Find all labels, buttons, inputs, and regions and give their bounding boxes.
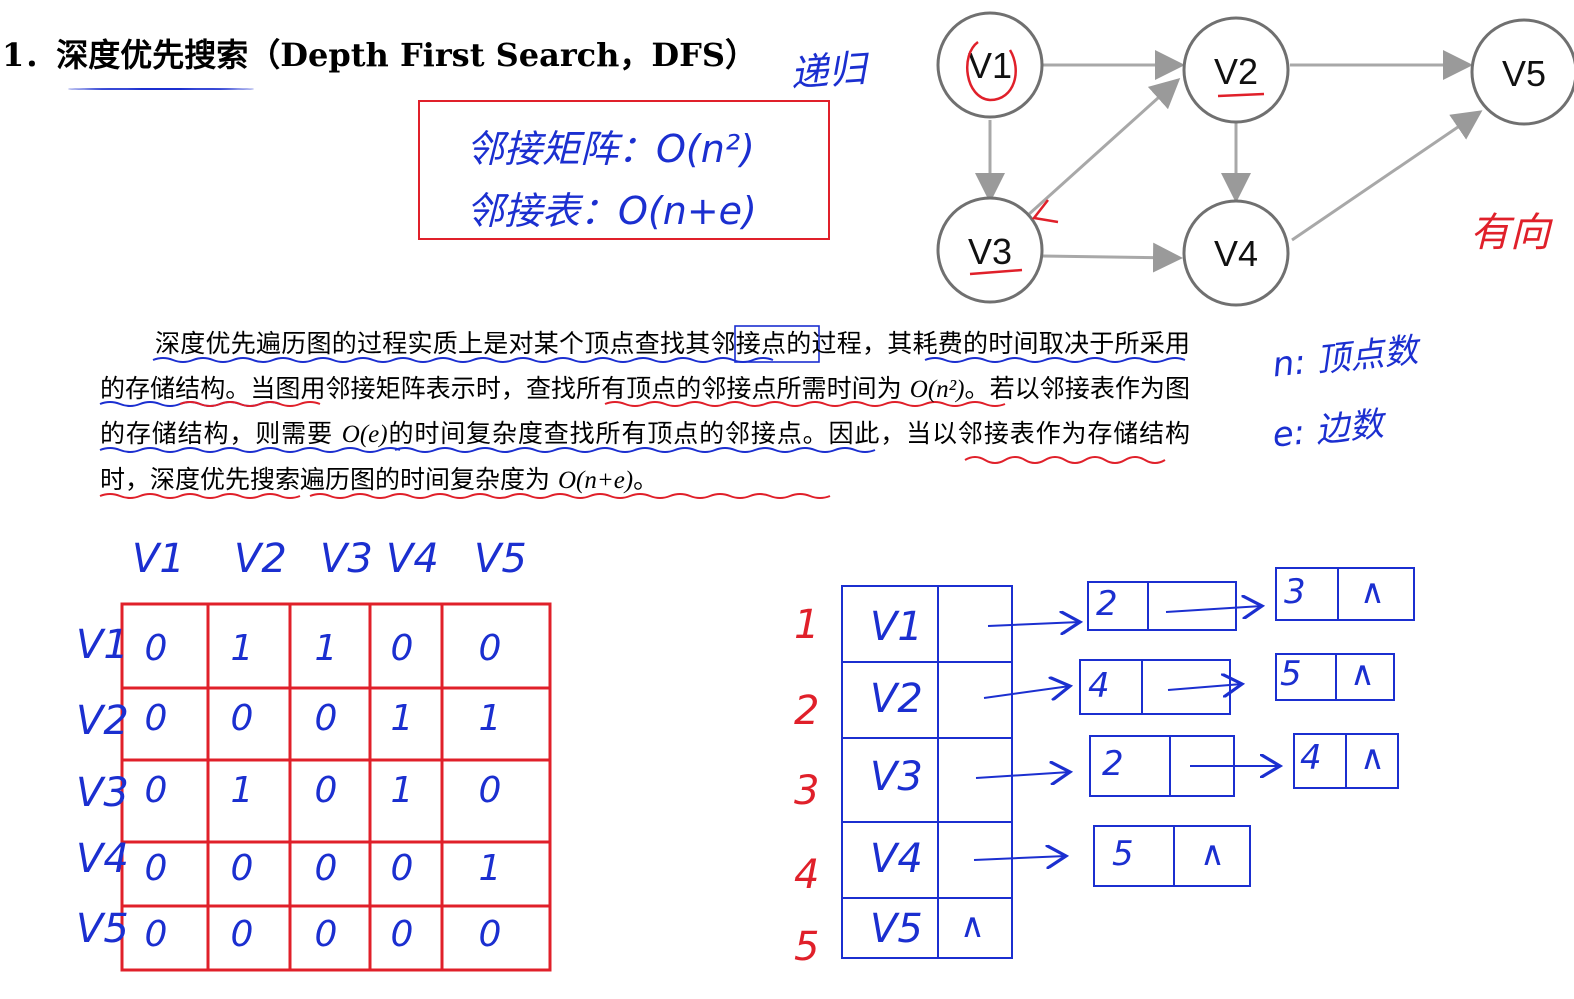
matrix-row-header: V1 (76, 622, 129, 668)
matrix-cell: 0 (314, 848, 338, 889)
matrix-cell: 0 (478, 914, 502, 955)
matrix-cell: 0 (314, 698, 338, 739)
note-e-edges: e: 边数 (1270, 404, 1386, 456)
matrix-cell: 0 (144, 914, 168, 955)
matrix-cell: 1 (390, 698, 414, 739)
edge-v3-v4 (1041, 242, 1183, 273)
matrix-cell: 1 (230, 770, 254, 811)
list-complexity-note: 邻接表：O(n+e) (466, 189, 757, 233)
list-node-adj: 4 (1088, 666, 1110, 706)
note-directed: 有向 (1470, 210, 1550, 256)
matrix-row-header: V5 (76, 906, 129, 952)
list-index: 4 (794, 852, 820, 898)
head-vertex: V2 (870, 676, 923, 722)
edge-v4-v5 (1291, 110, 1483, 242)
matrix-cell: 1 (390, 770, 414, 811)
list-node-null: ∧ (1360, 738, 1385, 778)
list-index: 3 (794, 768, 820, 814)
adjacency-matrix: V1 V2 V3 V4 V5 V1 V2 V3 V4 V5 0 1 1 0 0 0 0 0 1 1 0 1 0 1 0 0 0 0… (66, 530, 566, 980)
node-v1-label: V1 (968, 45, 1012, 86)
matrix-cell: 1 (230, 628, 254, 669)
head-vertex: V1 (870, 604, 923, 650)
matrix-cell: 1 (478, 848, 502, 889)
list-node-adj: 4 (1300, 738, 1322, 778)
matrix-row-header: V2 (76, 698, 129, 744)
matrix-cell: 0 (478, 628, 502, 669)
matrix-cell: 0 (390, 914, 414, 955)
matrix-col-header: V2 (234, 536, 287, 582)
matrix-cell: 0 (314, 770, 338, 811)
formula-o-ne: O(n+e) (557, 466, 634, 494)
list-index: 5 (794, 924, 820, 970)
matrix-cell: 0 (314, 914, 338, 955)
matrix-row-header: V3 (76, 770, 129, 816)
matrix-cell: 1 (478, 698, 502, 739)
matrix-col-header: V1 (132, 536, 185, 582)
matrix-cell: 0 (230, 848, 254, 889)
matrix-cell: 0 (144, 770, 168, 811)
matrix-complexity-note: 邻接矩阵：O(n²) (466, 127, 755, 171)
note-recursion: 递归 (788, 46, 868, 96)
para-part-4: 。 (633, 464, 659, 494)
list-node-null: ∧ (1200, 834, 1225, 874)
node-v3-label: V3 (968, 231, 1012, 272)
head-null-pointer: ∧ (960, 906, 985, 946)
list-index: 1 (794, 602, 820, 648)
list-node-adj: 3 (1284, 572, 1306, 612)
head-vertex: V3 (870, 754, 923, 800)
complexity-box: 邻接矩阵：O(n²) 邻接表：O(n+e) (418, 100, 830, 240)
section-heading: 1．深度优先搜索（Depth First Search，DFS） (2, 36, 758, 74)
directed-graph: V1 V2 V3 V4 V5 (936, 11, 1574, 307)
head-array-frame (841, 585, 1013, 959)
matrix-cell: 0 (390, 628, 414, 669)
node-v5-label: V5 (1502, 53, 1546, 94)
list-node-adj: 2 (1096, 584, 1118, 624)
head-vertex: V4 (870, 836, 923, 882)
red-tick-v3 (1031, 199, 1059, 224)
formula-o-n2: O(n²) (909, 375, 965, 403)
list-node-adj: 5 (1112, 834, 1134, 874)
list-node-adj: 5 (1280, 654, 1302, 694)
matrix-col-header: V4 (386, 536, 439, 582)
edge-v3-v2 (1026, 77, 1181, 217)
matrix-cell: 1 (314, 628, 338, 669)
list-node-adj: 2 (1102, 744, 1124, 784)
list-node-null: ∧ (1350, 654, 1375, 694)
list-index: 2 (794, 688, 820, 734)
list-node-null: ∧ (1360, 572, 1385, 612)
matrix-cell: 0 (230, 698, 254, 739)
formula-o-e: O(e) (341, 421, 388, 448)
matrix-cell: 0 (230, 914, 254, 955)
note-n-vertices: n: 顶点数 (1270, 330, 1420, 386)
heading-underline-stroke (68, 88, 254, 90)
matrix-col-header: V3 (320, 536, 373, 582)
head-vertex: V5 (870, 906, 923, 952)
node-v4-label: V4 (1214, 233, 1258, 274)
matrix-cell: 0 (144, 848, 168, 889)
dfs-paragraph: 深度优先遍历图的过程实质上是对某个顶点查找其邻接点的过程，其耗费的时间取决于所采… (100, 322, 1190, 503)
matrix-cell: 0 (390, 848, 414, 889)
adjacency-list: 1 2 3 4 5 V1 V2 V3 V4 V5 ∧ 2 3 ∧ 4 5 ∧ 2 4 ∧ 5 ∧ (780, 560, 1440, 980)
matrix-cell: 0 (144, 698, 168, 739)
matrix-cell: 0 (478, 770, 502, 811)
node-v2-label: V2 (1214, 51, 1258, 92)
matrix-grid (120, 602, 552, 972)
matrix-row-header: V4 (76, 836, 129, 882)
matrix-col-header: V5 (474, 536, 527, 582)
matrix-cell: 0 (144, 628, 168, 669)
